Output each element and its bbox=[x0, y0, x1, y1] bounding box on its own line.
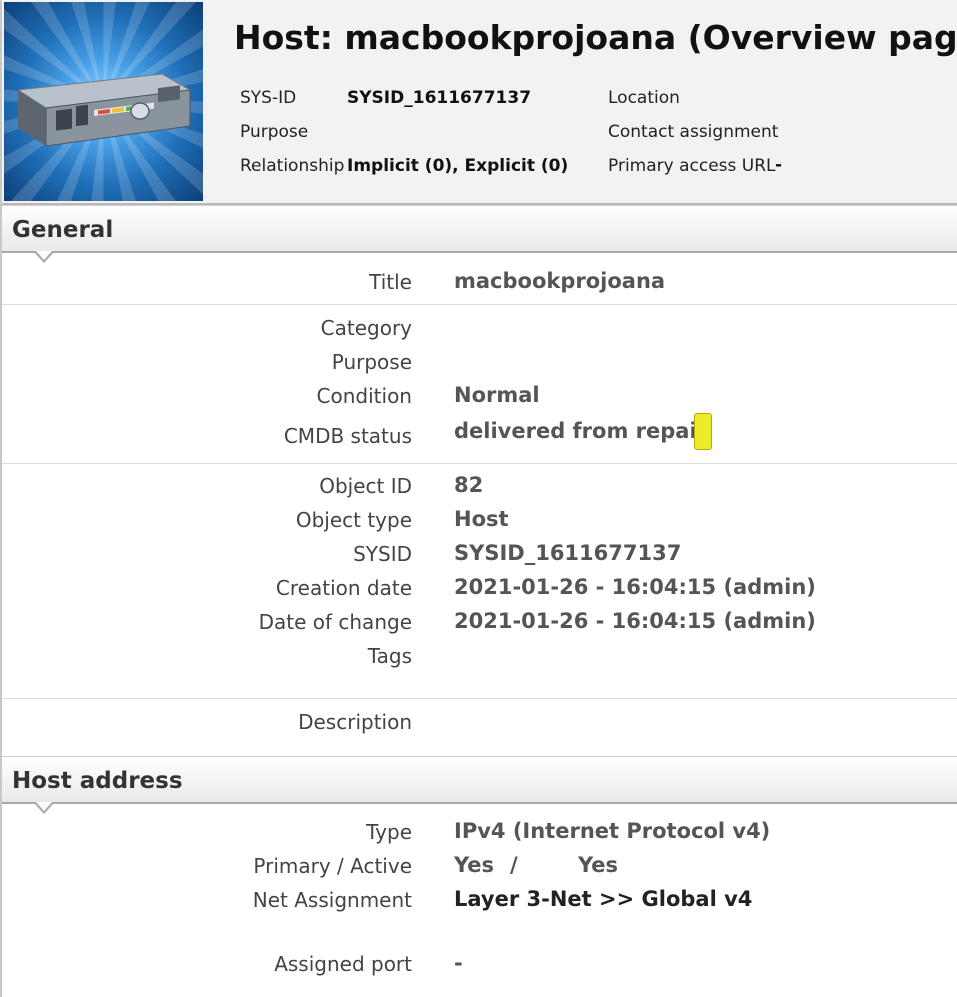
object-type-value: Host bbox=[454, 507, 509, 531]
object-header: Host: macbookprojoana (Overview page) SY… bbox=[2, 0, 957, 205]
cmdb-status-color-swatch bbox=[694, 413, 712, 450]
description-label: Description bbox=[298, 710, 412, 734]
date-of-change-label: Date of change bbox=[258, 610, 412, 634]
section-title-host-address: Host address bbox=[12, 768, 183, 794]
creation-date-label: Creation date bbox=[275, 576, 412, 600]
location-label: Location bbox=[608, 88, 680, 108]
type-label: Type bbox=[366, 820, 412, 844]
primary-active-label: Primary / Active bbox=[253, 854, 412, 878]
sysid-label: SYS-ID bbox=[240, 88, 297, 108]
row-divider bbox=[2, 698, 957, 699]
condition-value: Normal bbox=[454, 383, 540, 407]
row-divider bbox=[2, 463, 957, 464]
assigned-port-value: - bbox=[454, 951, 463, 975]
condition-label: Condition bbox=[316, 384, 412, 408]
section-notch-inner bbox=[36, 251, 52, 260]
general-section-header[interactable]: General bbox=[2, 205, 957, 263]
assigned-port-label: Assigned port bbox=[274, 952, 412, 976]
relationship-label: Relationship bbox=[240, 156, 345, 176]
sysid-value: SYSID_1611677137 bbox=[347, 88, 532, 108]
title-value: macbookprojoana bbox=[454, 269, 666, 293]
active-value: Yes bbox=[578, 853, 619, 877]
cmdb-status-label: CMDB status bbox=[283, 424, 412, 448]
net-assignment-label: Net Assignment bbox=[252, 888, 412, 912]
tags-label: Tags bbox=[367, 644, 412, 668]
primary-access-url-label: Primary access URL bbox=[608, 156, 776, 176]
category-label: Category bbox=[320, 316, 412, 340]
primary-active-separator: / bbox=[510, 853, 518, 877]
host-address-section-header[interactable]: Host address bbox=[2, 756, 957, 814]
host-overview-page: Host: macbookprojoana (Overview page) SY… bbox=[0, 0, 957, 997]
title-label: Title bbox=[369, 270, 412, 294]
contact-assignment-label: Contact assignment bbox=[608, 122, 779, 142]
relationship-value: Implicit (0), Explicit (0) bbox=[347, 156, 569, 176]
date-of-change-value: 2021-01-26 - 16:04:15 (admin) bbox=[454, 609, 816, 633]
primary-value: Yes bbox=[454, 853, 495, 877]
page-title: Host: macbookprojoana (Overview page) bbox=[234, 18, 957, 57]
section-notch-inner bbox=[36, 802, 52, 811]
host-object-image bbox=[4, 2, 203, 201]
net-assignment-link[interactable]: Layer 3-Net >> Global v4 bbox=[454, 887, 752, 911]
object-id-value: 82 bbox=[454, 473, 484, 497]
creation-date-value: 2021-01-26 - 16:04:15 (admin) bbox=[454, 575, 816, 599]
cmdb-status-value: delivered from repair bbox=[454, 419, 708, 443]
type-value: IPv4 (Internet Protocol v4) bbox=[454, 819, 771, 843]
object-type-label: Object type bbox=[295, 508, 412, 532]
sysid-value-general: SYSID_1611677137 bbox=[454, 541, 682, 565]
primary-access-url-value[interactable]: - bbox=[775, 155, 782, 175]
purpose-label: Purpose bbox=[240, 122, 309, 142]
server-device-icon bbox=[16, 73, 192, 147]
sysid-label-general: SYSID bbox=[353, 542, 412, 566]
object-id-label: Object ID bbox=[319, 474, 412, 498]
row-divider bbox=[2, 304, 957, 305]
section-title-general: General bbox=[12, 217, 114, 243]
purpose-label-general: Purpose bbox=[331, 350, 412, 374]
